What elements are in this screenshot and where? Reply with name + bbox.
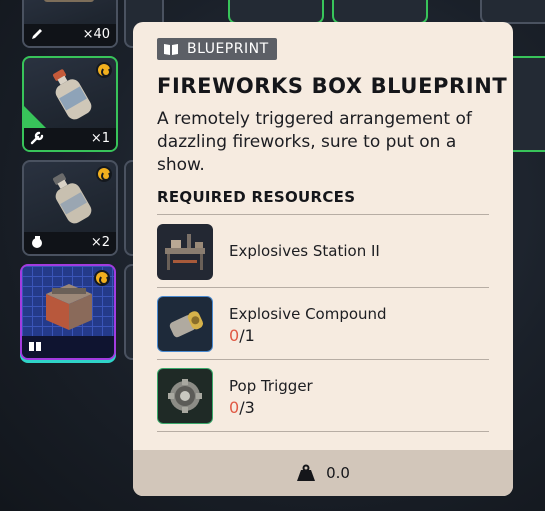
resource-count: 0/3 xyxy=(229,398,255,417)
tooltip-footer: 0.0 xyxy=(133,450,513,496)
slot-quantity: ×1 xyxy=(90,131,110,146)
required-resources-header: REQUIRED RESOURCES xyxy=(157,188,356,206)
slot-footer: ×2 xyxy=(24,232,116,254)
inventory-slot-partial[interactable] xyxy=(480,0,545,24)
inventory-slot-bottle-2[interactable]: ×2 xyxy=(22,160,118,256)
bottle-item-icon xyxy=(53,69,92,120)
badge-label: BLUEPRINT xyxy=(187,41,269,57)
resource-name: Explosive Compound xyxy=(229,305,387,323)
slot-quantity: ×40 xyxy=(82,27,110,42)
resource-have-count: 0 xyxy=(229,398,240,417)
resource-row: Explosives Station II xyxy=(157,224,489,280)
resource-need-count: 1 xyxy=(244,326,255,345)
blueprint-book-icon xyxy=(29,342,41,351)
pop-trigger-icon xyxy=(168,379,202,413)
divider xyxy=(157,359,489,360)
inventory-slot-partial[interactable] xyxy=(228,0,324,24)
favorite-tag-icon xyxy=(94,270,110,286)
blueprint-badge: BLUEPRINT xyxy=(157,38,277,60)
inventory-slot-bottle-1[interactable]: ×1 xyxy=(22,56,118,152)
fireworks-box-item-icon xyxy=(46,284,92,330)
divider xyxy=(157,287,489,288)
favorite-tag-icon xyxy=(96,166,112,182)
weight-icon xyxy=(297,464,316,481)
item-weight: 0.0 xyxy=(326,464,350,482)
blueprint-book-icon xyxy=(164,44,178,55)
item-description: A remotely triggered arrangement of dazz… xyxy=(157,109,472,175)
rarity-corner xyxy=(24,106,46,128)
divider xyxy=(157,214,489,215)
resource-row: Explosive Compound 0/1 xyxy=(157,296,489,352)
resource-name: Pop Trigger xyxy=(229,377,313,395)
resource-need-count: 3 xyxy=(244,398,255,417)
resource-count: 0/1 xyxy=(229,326,255,345)
favorite-tag-icon xyxy=(96,62,112,78)
divider xyxy=(157,431,489,432)
resource-have-count: 0 xyxy=(229,326,240,345)
explosive-compound-icon xyxy=(169,311,203,338)
inventory-slot-partial[interactable] xyxy=(332,0,428,24)
slot-footer: ×40 xyxy=(24,24,116,46)
resource-thumbnail xyxy=(157,368,213,424)
slot-quantity: ×2 xyxy=(90,235,110,250)
grenade-icon xyxy=(32,236,42,248)
slot-footer xyxy=(22,336,114,358)
inventory-slot-top-left[interactable]: ×40 xyxy=(22,0,118,48)
resource-name: Explosives Station II xyxy=(229,242,380,260)
item-tooltip: BLUEPRINT FIREWORKS BOX BLUEPRINT A remo… xyxy=(133,22,513,496)
resource-thumbnail xyxy=(157,296,213,352)
slot-footer: ×1 xyxy=(24,128,116,150)
item-title: FIREWORKS BOX BLUEPRINT xyxy=(157,74,508,98)
wrench-icon xyxy=(30,131,44,145)
bottle-item-icon xyxy=(53,173,92,224)
pencil-icon xyxy=(32,29,42,39)
resource-thumbnail xyxy=(157,224,213,280)
resource-row: Pop Trigger 0/3 xyxy=(157,368,489,424)
explosives-station-icon xyxy=(165,234,205,270)
inventory-slot-blueprint[interactable] xyxy=(20,264,116,360)
